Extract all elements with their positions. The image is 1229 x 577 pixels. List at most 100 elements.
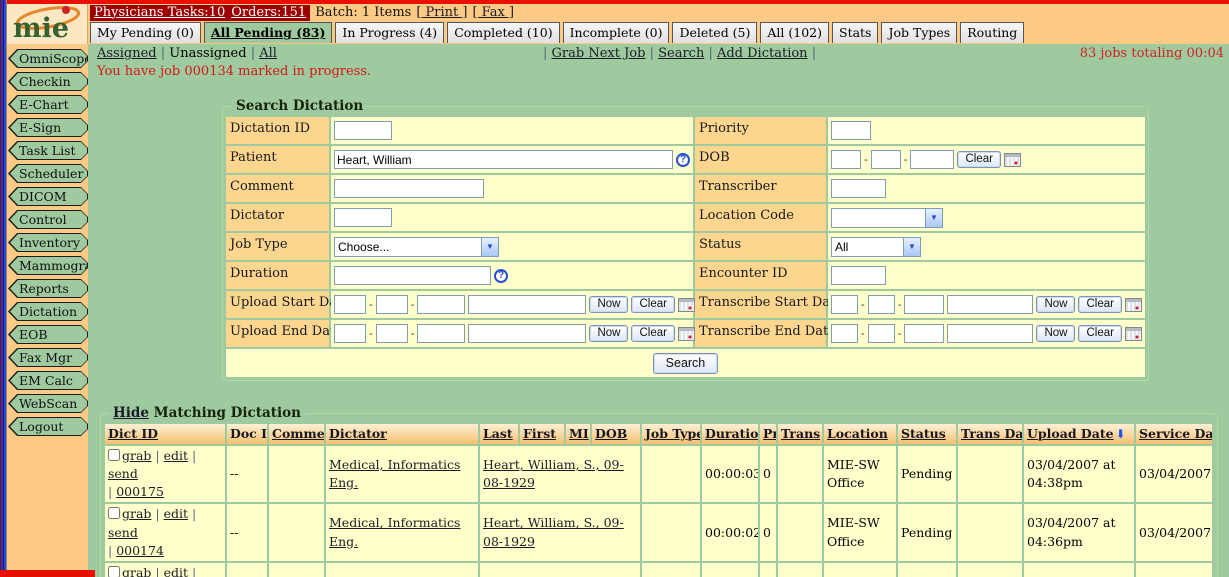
filter-link-all[interactable]: All (259, 46, 277, 61)
action-link-search[interactable]: Search (658, 46, 704, 61)
encounter-id-input[interactable] (831, 266, 886, 285)
transcriber-input[interactable] (831, 179, 886, 198)
tab-stats[interactable]: Stats (832, 22, 878, 43)
dictator-cell-link[interactable]: Medical, Informatics Eng. (329, 457, 460, 490)
transcribe-end-now-button[interactable]: Now (1036, 325, 1075, 342)
sidebar-item-omniscope[interactable]: OmniScope (8, 49, 88, 68)
upload-end-time-input[interactable] (468, 324, 586, 343)
column-header-first[interactable]: First (520, 424, 564, 444)
sidebar-item-webscan[interactable]: WebScan (8, 394, 88, 413)
duration-help-icon[interactable]: ? (494, 269, 508, 283)
tab-deleted-5[interactable]: Deleted (5) (672, 22, 757, 43)
patient-name-cell-link[interactable]: Heart, William, S., 09-08-1929 (483, 515, 624, 548)
upload-end-now-button[interactable]: Now (589, 325, 628, 342)
transcribe-end-clear-button[interactable]: Clear (1078, 325, 1121, 342)
tab-all-102[interactable]: All (102) (760, 22, 829, 43)
tab-job-types[interactable]: Job Types (881, 22, 957, 43)
edit-link[interactable]: edit (164, 506, 188, 521)
upload-end-clear-button[interactable]: Clear (631, 325, 674, 342)
upload-end-day-input[interactable] (376, 324, 408, 343)
upload-end-month-input[interactable] (334, 324, 366, 343)
column-header-trans-date[interactable]: Trans Date (958, 424, 1022, 444)
column-header-job-type[interactable]: Job Type (642, 424, 700, 444)
grab-link[interactable]: grab (122, 448, 151, 463)
sidebar-item-logout[interactable]: Logout (8, 417, 88, 436)
upload-start-year-input[interactable] (417, 295, 465, 314)
sort-descending-icon[interactable]: ⬇ (1116, 427, 1126, 441)
dob-clear-button[interactable]: Clear (957, 151, 1000, 168)
patient-name-cell-link[interactable]: Heart, William, S., 09-08-1929 (483, 457, 624, 490)
row-checkbox[interactable] (108, 449, 120, 461)
sidebar-item-control[interactable]: Control (8, 210, 88, 229)
transcribe-start-day-input[interactable] (868, 295, 895, 314)
filter-link-assigned[interactable]: Assigned (97, 46, 157, 61)
sidebar-item-dicom[interactable]: DICOM (8, 187, 88, 206)
upload-start-month-input[interactable] (334, 295, 366, 314)
transcribe-start-time-input[interactable] (947, 295, 1033, 314)
tab-incomplete-0[interactable]: Incomplete (0) (563, 22, 670, 43)
patient-help-icon[interactable]: ? (676, 153, 690, 167)
mie-logo[interactable]: mie (7, 4, 88, 44)
orders-link[interactable]: Orders:151 (231, 5, 306, 20)
transcribe-start-calendar-icon[interactable] (1125, 298, 1142, 312)
dict-id-link[interactable]: 000174 (116, 543, 164, 558)
transcribe-end-calendar-icon[interactable] (1125, 327, 1142, 341)
sidebar-item-inventory[interactable]: Inventory (8, 233, 88, 252)
duration-input[interactable] (334, 266, 491, 285)
print-link[interactable]: [ Print ] (416, 5, 467, 20)
sidebar-item-em-calc[interactable]: EM Calc (8, 371, 88, 390)
send-link[interactable]: send (108, 525, 138, 540)
dictator-cell-link[interactable]: Medical, Informatics Eng. (329, 515, 460, 548)
column-header-pri[interactable]: Pri (760, 424, 776, 444)
fax-link[interactable]: [ Fax ] (472, 5, 514, 20)
column-header-dictator[interactable]: Dictator (326, 424, 478, 444)
upload-end-calendar-icon[interactable] (678, 327, 695, 341)
action-link-add-dictation[interactable]: Add Dictation (717, 46, 808, 61)
column-header-status[interactable]: Status (898, 424, 956, 444)
sidebar-item-fax-mgr[interactable]: Fax Mgr (8, 348, 88, 367)
dob-year-input[interactable] (910, 150, 954, 169)
upload-start-calendar-icon[interactable] (678, 298, 695, 312)
location-code-select[interactable]: ▼ (831, 208, 943, 228)
sidebar-item-mammogra[interactable]: Mammogra (8, 256, 88, 275)
send-link[interactable]: send (108, 466, 138, 481)
dob-month-input[interactable] (831, 150, 861, 169)
upload-start-day-input[interactable] (376, 295, 408, 314)
comment-input[interactable] (334, 179, 484, 198)
column-header-service-date[interactable]: Service Date (1136, 424, 1212, 444)
column-header-duration[interactable]: Duration (702, 424, 758, 444)
upload-start-now-button[interactable]: Now (589, 296, 628, 313)
column-header-comment[interactable]: Comment (269, 424, 324, 444)
tab-completed-10[interactable]: Completed (10) (447, 22, 559, 43)
transcribe-start-month-input[interactable] (831, 295, 858, 314)
transcribe-start-year-input[interactable] (904, 295, 944, 314)
tab-in-progress-4[interactable]: In Progress (4) (335, 22, 444, 43)
column-header-location[interactable]: Location (824, 424, 896, 444)
sidebar-item-task-list[interactable]: Task List (8, 141, 88, 160)
column-header-trans[interactable]: Trans (778, 424, 822, 444)
sidebar-item-checkin[interactable]: Checkin (8, 72, 88, 91)
upload-start-clear-button[interactable]: Clear (631, 296, 674, 313)
transcribe-end-time-input[interactable] (947, 324, 1033, 343)
dob-day-input[interactable] (871, 150, 901, 169)
physicians-tasks-link[interactable]: Physicians Tasks:10 (94, 5, 225, 20)
edit-link[interactable]: edit (164, 565, 188, 577)
grab-link[interactable]: grab (122, 506, 151, 521)
upload-start-time-input[interactable] (468, 295, 586, 314)
sidebar-item-e-sign[interactable]: E-Sign (8, 118, 88, 137)
dob-calendar-icon[interactable] (1004, 153, 1021, 167)
row-checkbox[interactable] (108, 566, 120, 577)
job-type-select[interactable]: Choose... ▼ (334, 237, 499, 257)
upload-end-year-input[interactable] (417, 324, 465, 343)
hide-link[interactable]: Hide (113, 405, 149, 421)
dictator-input[interactable] (334, 208, 392, 227)
column-header-dict-id[interactable]: Dict ID (105, 424, 225, 444)
sidebar-item-e-chart[interactable]: E-Chart (8, 95, 88, 114)
transcribe-end-day-input[interactable] (868, 324, 895, 343)
tab-routing[interactable]: Routing (960, 22, 1024, 43)
transcribe-end-month-input[interactable] (831, 324, 858, 343)
row-checkbox[interactable] (108, 507, 120, 519)
sidebar-item-dictation[interactable]: Dictation (8, 302, 88, 321)
action-link-grab-next-job[interactable]: Grab Next Job (552, 46, 646, 61)
dictation-id-input[interactable] (334, 121, 392, 140)
